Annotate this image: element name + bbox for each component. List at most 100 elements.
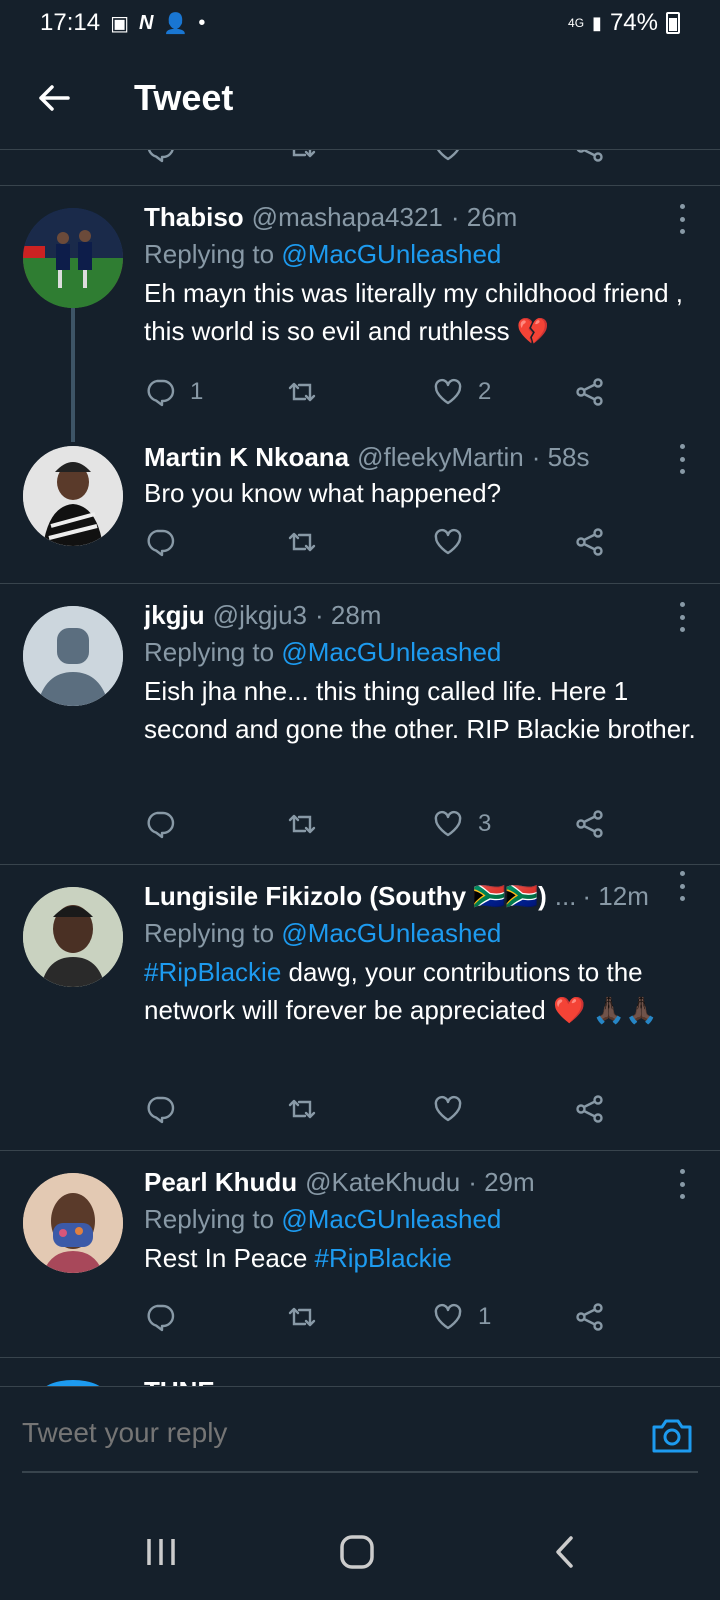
author-handle[interactable]: ... <box>555 879 577 913</box>
more-vertical-icon[interactable] <box>672 602 692 632</box>
hashtag-link[interactable]: #RipBlackie <box>315 1243 452 1273</box>
recent-apps-button[interactable] <box>136 1532 186 1572</box>
author-name[interactable]: Martin K Nkoana <box>144 440 349 474</box>
tweet-actions: 1 <box>144 1301 614 1341</box>
signal-icon: ▮ <box>592 12 602 33</box>
reply-button[interactable] <box>144 1093 190 1125</box>
more-vertical-icon[interactable] <box>672 871 692 901</box>
author-name[interactable]: Thabiso <box>144 200 244 234</box>
author-handle[interactable]: @mashapa4321 <box>252 200 443 234</box>
reply-icon[interactable] <box>144 150 176 164</box>
retweet-button[interactable] <box>286 808 332 840</box>
reply-icon <box>144 808 176 840</box>
avatar[interactable] <box>23 606 123 706</box>
retweet-button[interactable] <box>286 1093 332 1125</box>
default-avatar-icon <box>23 606 123 706</box>
share-button[interactable] <box>574 376 606 408</box>
share-icon <box>574 808 606 840</box>
more-vertical-icon[interactable] <box>672 444 692 474</box>
replying-to-prefix: Replying to <box>144 1204 282 1234</box>
tweet-actions: 1 2 <box>144 376 614 416</box>
tweet[interactable]: Thabiso @mashapa4321 · 26m Replying to @… <box>0 186 720 442</box>
mention-link[interactable]: @MacGUnleashed <box>281 637 501 667</box>
retweet-button[interactable] <box>286 376 332 408</box>
top-app-bar: Tweet <box>0 46 720 150</box>
retweet-button[interactable] <box>286 1301 332 1333</box>
dot-icon: • <box>198 11 206 34</box>
reply-icon <box>144 376 176 408</box>
avatar-photo <box>23 887 123 987</box>
share-button[interactable] <box>574 1301 606 1333</box>
tweet-actions <box>144 526 614 566</box>
replying-to-prefix: Replying to <box>144 239 282 269</box>
heart-icon[interactable] <box>432 150 464 164</box>
gallery-icon: ▣ <box>110 12 129 35</box>
tweet[interactable]: Lungisile Fikizolo (Southy 🇿🇦🇿🇦) ... · 1… <box>0 865 720 1151</box>
like-button[interactable] <box>432 526 478 558</box>
author-handle[interactable]: @KateKhudu <box>305 1165 460 1199</box>
tweet-time: · 58s <box>531 442 590 472</box>
reply-button[interactable] <box>144 1301 190 1333</box>
share-icon[interactable] <box>574 150 606 164</box>
reply-input[interactable] <box>22 1417 582 1449</box>
reply-icon <box>144 526 176 558</box>
mention-link[interactable]: @MacGUnleashed <box>281 239 501 269</box>
like-button[interactable]: 1 <box>432 1301 491 1333</box>
tweet-time: · 12m <box>582 881 649 911</box>
tweet[interactable]: TUNE <box>0 1358 720 1388</box>
hashtag-link[interactable]: #RipBlackie <box>144 957 281 987</box>
heart-icon <box>432 526 464 558</box>
reply-icon <box>144 1301 176 1333</box>
reply-button[interactable] <box>144 808 190 840</box>
tweet-time: · 28m <box>315 600 382 630</box>
avatar[interactable] <box>23 1173 123 1273</box>
like-button[interactable]: 3 <box>432 808 491 840</box>
retweet-icon <box>286 526 318 558</box>
retweet-icon <box>286 1093 318 1125</box>
network-type: 4G <box>568 16 585 30</box>
retweet-icon[interactable] <box>286 150 318 164</box>
avatar[interactable] <box>23 208 123 308</box>
camera-icon <box>652 1419 692 1453</box>
share-button[interactable] <box>574 808 606 840</box>
replying-to: Replying to @MacGUnleashed <box>144 913 696 953</box>
tweet-text: Eish jha nhe... this thing called life. … <box>144 676 696 744</box>
share-button[interactable] <box>574 1093 606 1125</box>
avatar[interactable] <box>23 446 123 546</box>
home-button[interactable] <box>332 1532 382 1572</box>
more-vertical-icon[interactable] <box>672 1169 692 1199</box>
tweet-text: Bro you know what happened? <box>144 478 502 508</box>
camera-button[interactable] <box>650 1415 694 1455</box>
more-vertical-icon[interactable] <box>672 204 692 234</box>
like-button[interactable]: 2 <box>432 376 491 408</box>
reply-feed: Thabiso @mashapa4321 · 26m Replying to @… <box>0 186 720 1388</box>
reply-composer <box>0 1386 720 1504</box>
author-handle[interactable]: @fleekyMartin <box>357 440 524 474</box>
retweet-icon <box>286 376 318 408</box>
back-button[interactable] <box>24 68 84 128</box>
mention-link[interactable]: @MacGUnleashed <box>281 918 501 948</box>
replying-to: Replying to @MacGUnleashed <box>144 632 696 672</box>
author-handle[interactable]: @jkgju3 <box>213 598 307 632</box>
author-name[interactable]: jkgju <box>144 598 205 632</box>
reply-button[interactable]: 1 <box>144 376 203 408</box>
like-count: 1 <box>478 1303 492 1330</box>
retweet-icon <box>286 1301 318 1333</box>
like-count: 3 <box>478 810 492 837</box>
like-button[interactable] <box>432 1093 478 1125</box>
heart-icon <box>432 376 464 408</box>
system-back-button[interactable] <box>540 1532 590 1572</box>
reply-button[interactable] <box>144 526 190 558</box>
tweet[interactable]: jkgju @jkgju3 · 28m Replying to @MacGUnl… <box>0 584 720 865</box>
share-button[interactable] <box>574 526 606 558</box>
mention-link[interactable]: @MacGUnleashed <box>281 1204 501 1234</box>
author-name[interactable]: Lungisile Fikizolo (Southy 🇿🇦🇿🇦) <box>144 879 547 913</box>
avatar[interactable] <box>23 887 123 987</box>
reply-input-underline <box>22 1471 698 1473</box>
tweet[interactable]: Pearl Khudu @KateKhudu · 29m Replying to… <box>0 1151 720 1358</box>
recent-apps-icon <box>147 1539 175 1565</box>
retweet-button[interactable] <box>286 526 332 558</box>
tweet-text: #RipBlackie dawg, your contributions to … <box>144 953 696 1029</box>
tweet[interactable]: Martin K Nkoana @fleekyMartin · 58s Bro … <box>0 430 720 584</box>
author-name[interactable]: Pearl Khudu <box>144 1165 297 1199</box>
